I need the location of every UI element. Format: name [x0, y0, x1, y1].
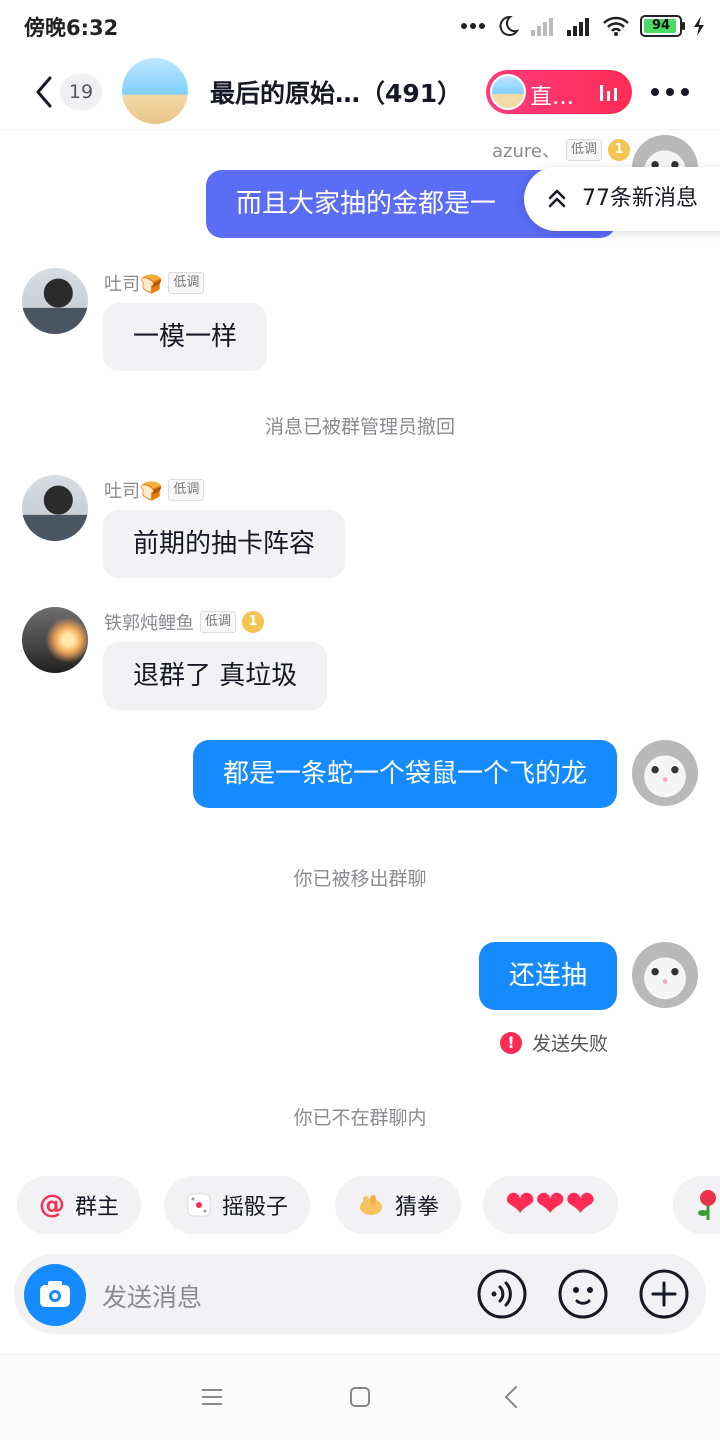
incoming-message[interactable]: 前期的抽卡阵容	[103, 510, 346, 578]
error-icon: !	[500, 1031, 522, 1054]
rock-paper-scissors-chip[interactable]: 猜拳	[335, 1176, 462, 1234]
user-avatar[interactable]	[22, 475, 88, 541]
dice-chip[interactable]: 摇骰子	[164, 1176, 311, 1234]
incoming-message[interactable]: 退群了 真垃圾	[103, 642, 328, 710]
message-sender: 吐司🍞 低调	[104, 270, 205, 296]
message-list[interactable]: azure、 低调 1 而且大家抽的金都是一 77条新消息 吐司🍞 低调 一模一…	[0, 131, 720, 1161]
voice-icon[interactable]	[476, 1268, 528, 1320]
mention-owner-chip[interactable]: @ 群主	[17, 1176, 142, 1234]
outgoing-message[interactable]: 都是一条蛇一个袋鼠一个飞的龙	[192, 740, 617, 808]
new-messages-label: 77条新消息	[582, 186, 698, 211]
self-avatar[interactable]	[632, 740, 698, 806]
low-key-tag: 低调	[168, 479, 205, 501]
camera-icon	[40, 1281, 70, 1307]
signal-empty-icon	[531, 18, 553, 36]
send-failed-status[interactable]: ! 发送失败	[500, 1029, 608, 1056]
group-avatar[interactable]	[122, 58, 188, 124]
fist-icon	[360, 1195, 382, 1215]
status-time: 傍晚6:32	[24, 16, 119, 40]
user-avatar[interactable]	[22, 268, 88, 334]
message-input-bar: 发送消息	[14, 1254, 706, 1334]
more-options-icon[interactable]	[650, 82, 690, 102]
user-avatar[interactable]	[22, 607, 88, 673]
charging-icon	[694, 16, 704, 36]
sender-name: 铁郭炖鲤鱼	[104, 613, 194, 634]
rose-icon	[698, 1190, 716, 1220]
outgoing-message[interactable]: 还连抽	[478, 942, 617, 1010]
audio-bars-icon	[600, 85, 617, 101]
unread-count-badge[interactable]: 19	[60, 74, 102, 110]
medal-icon: 1	[608, 139, 630, 161]
live-avatar	[490, 74, 526, 110]
sender-name: 吐司🍞	[104, 274, 163, 295]
low-key-tag: 低调	[565, 139, 602, 161]
send-failed-label: 发送失败	[532, 1033, 609, 1055]
chip-label: 猜拳	[395, 1195, 440, 1220]
more-dots-icon	[461, 23, 485, 29]
battery-level: 94	[651, 18, 671, 33]
live-label: 直…	[530, 85, 575, 110]
menu-icon[interactable]	[198, 1383, 226, 1411]
sender-name: 吐司🍞	[104, 481, 163, 502]
message-sender: 吐司🍞 低调	[104, 477, 205, 503]
message-sender: azure、 低调 1	[492, 137, 630, 163]
incoming-message[interactable]: 一模一样	[103, 303, 268, 371]
emoji-icon[interactable]	[557, 1268, 609, 1320]
chip-label: 摇骰子	[222, 1195, 289, 1220]
live-button[interactable]: 直…	[486, 70, 632, 114]
low-key-tag: 低调	[168, 272, 205, 294]
add-icon[interactable]	[638, 1268, 690, 1320]
quick-actions: @ 群主 摇骰子 猜拳 ❤❤❤	[0, 1176, 720, 1236]
system-message: 你已被移出群聊	[293, 868, 427, 890]
message-input[interactable]: 发送消息	[102, 1278, 202, 1314]
status-icons: 94	[460, 12, 706, 40]
hearts-chip[interactable]: ❤❤❤	[483, 1176, 618, 1234]
rose-chip[interactable]	[673, 1176, 720, 1234]
new-messages-button[interactable]: 77条新消息	[524, 167, 720, 231]
message-sender: 铁郭炖鲤鱼 低调 1	[104, 609, 265, 635]
home-icon[interactable]	[346, 1383, 374, 1411]
system-nav-bar	[0, 1354, 720, 1440]
chip-label: 群主	[75, 1195, 120, 1220]
hearts-emoji: ❤❤❤	[505, 1184, 596, 1225]
signal-icon	[567, 18, 589, 36]
medal-icon: 1	[242, 611, 265, 633]
camera-button[interactable]	[24, 1264, 86, 1326]
system-message: 消息已被群管理员撤回	[264, 416, 455, 438]
double-chevron-up-icon	[548, 189, 566, 208]
status-bar: 傍晚6:32 94	[0, 0, 720, 52]
group-title[interactable]: 最后的原始…（491）	[210, 74, 462, 110]
system-message: 你已不在群聊内	[293, 1107, 427, 1129]
chat-header: 19 最后的原始…（491） 直…	[0, 52, 720, 130]
wifi-icon	[603, 16, 629, 36]
battery-icon: 94	[640, 15, 685, 37]
low-key-tag: 低调	[200, 611, 237, 633]
back-icon[interactable]	[498, 1383, 526, 1411]
self-avatar[interactable]	[632, 942, 698, 1008]
sender-name: azure、	[492, 141, 560, 162]
moon-icon	[499, 15, 520, 36]
dice-icon	[187, 1193, 211, 1217]
at-icon: @	[39, 1190, 65, 1220]
back-arrow-icon[interactable]	[30, 74, 58, 110]
